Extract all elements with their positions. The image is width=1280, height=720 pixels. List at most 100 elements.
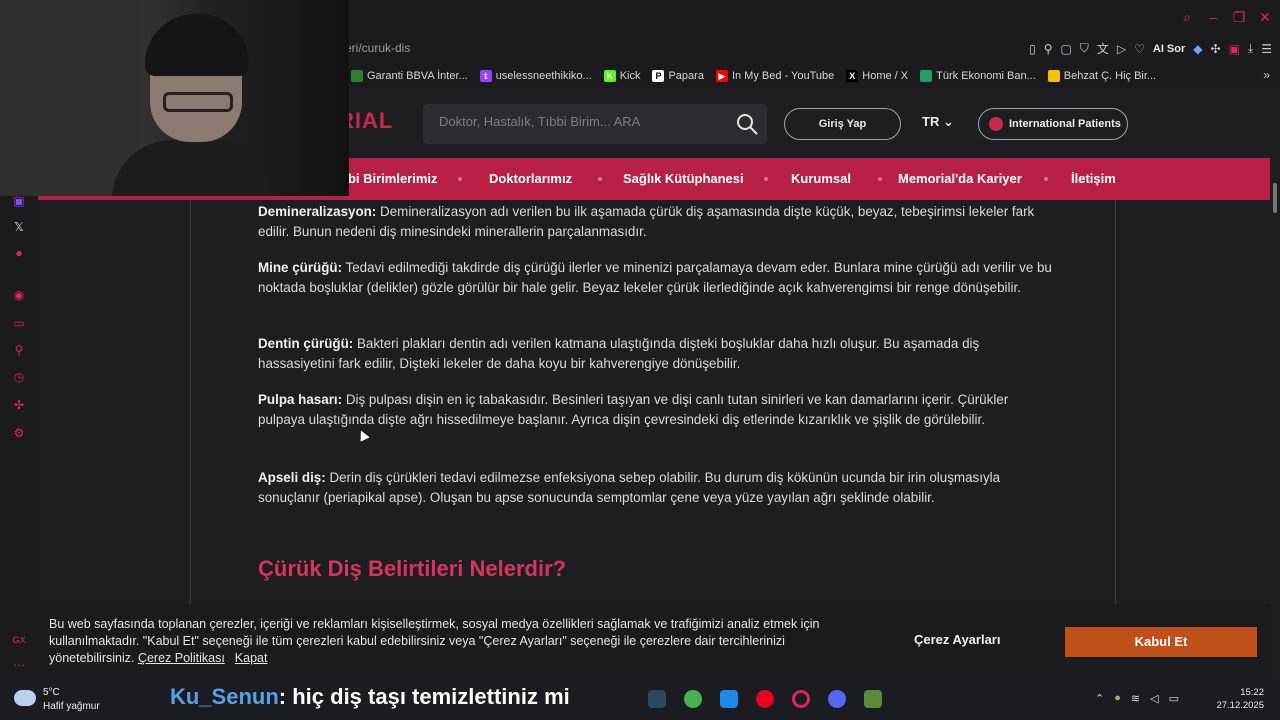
play-icon[interactable]: ▷ — [1117, 42, 1126, 56]
bag-icon[interactable]: ▣ — [1229, 42, 1240, 56]
steam-icon[interactable] — [648, 690, 666, 708]
chevron-right-icon[interactable]: » — [1263, 68, 1270, 82]
url-field[interactable]: eri/curuk-dis — [345, 41, 410, 55]
clock[interactable]: 15:22 27.12.2025 — [1216, 686, 1264, 712]
ai-sor-button[interactable]: AI Sor — [1153, 43, 1185, 55]
weather-cloud-icon[interactable] — [14, 690, 36, 706]
cookie-text: Bu web sayfasında toplanan çerezler, içe… — [49, 616, 849, 667]
bookmark-label: Papara — [668, 70, 704, 82]
bookmark-item[interactable]: Garanti BBVA İnter... — [351, 70, 468, 82]
bookmark-label: Türk Ekonomi Ban... — [936, 70, 1036, 82]
maximize-icon[interactable]: ❐ — [1232, 10, 1246, 24]
nav-medical-units[interactable]: bbi Birimlerimiz — [340, 171, 438, 186]
mail-icon[interactable] — [720, 690, 738, 708]
globe-icon — [989, 117, 1003, 131]
cookie-settings-button[interactable]: Çerez Ayarları — [914, 632, 1000, 647]
twitch-icon[interactable]: ▣ — [12, 194, 26, 208]
game-icon[interactable] — [684, 690, 702, 708]
extensions-icon[interactable]: ✣ — [1211, 42, 1221, 56]
bookmark-favicon-icon: K — [603, 70, 616, 82]
nav-health-library[interactable]: Sağlık Kütüphanesi — [623, 171, 744, 186]
nav-separator — [1044, 177, 1048, 181]
bookmark-favicon-icon — [351, 70, 363, 82]
paragraph-dentin-caries: Dentin çürüğü: Bakteri plakları dentin a… — [258, 336, 980, 371]
taskbar: 5°C Hafif yağmur Ku_Senun: hiç diş taşı … — [0, 680, 1280, 720]
app-icon[interactable]: ● — [12, 246, 26, 260]
volume-icon[interactable]: ◁ — [1150, 692, 1158, 705]
window-controls: ⌕ – ❐ ✕ — [1180, 10, 1272, 24]
minecraft-icon[interactable] — [864, 690, 882, 708]
translate-icon[interactable]: 文 — [1097, 40, 1109, 57]
mic-icon[interactable]: ● — [1114, 692, 1121, 705]
pin-icon[interactable]: ⚲ — [1044, 42, 1053, 56]
cookie-policy-link[interactable]: Çerez Politikası — [138, 651, 225, 665]
cookie-accept-button[interactable]: Kabul Et — [1065, 627, 1257, 657]
search-icon[interactable]: ⌕ — [1180, 10, 1194, 24]
clock-date: 27.12.2025 — [1216, 700, 1264, 711]
bookmark-favicon-icon — [1047, 70, 1060, 82]
shield-icon[interactable]: ⛉ — [1080, 41, 1089, 56]
discord-icon[interactable] — [828, 690, 846, 708]
battery-icon[interactable]: ▭ — [1169, 692, 1179, 705]
cookie-close-link[interactable]: Kapat — [235, 651, 268, 665]
language-label: TR — [922, 114, 940, 129]
international-label: International Patients — [1009, 118, 1121, 130]
chevron-down-icon: ⌄ — [942, 114, 954, 129]
bookmark-item[interactable]: t uselessneethikiko... — [479, 70, 592, 82]
gx-icon[interactable]: GX — [12, 633, 26, 647]
bookmark-item[interactable]: K Kick — [603, 70, 641, 82]
bookmark-favicon-icon: ▶ — [715, 70, 728, 82]
pinterest-icon[interactable] — [756, 690, 774, 708]
international-patients-button[interactable]: International Patients — [978, 108, 1128, 140]
reader-icon[interactable]: ▯ — [1029, 42, 1036, 56]
more-icon[interactable]: ⋯ — [12, 658, 26, 672]
wifi-icon[interactable]: ≋ — [1131, 692, 1140, 705]
x-icon[interactable]: 𝕏 — [12, 220, 26, 234]
webcam-wall — [0, 0, 140, 196]
clock-time: 15:22 — [1240, 687, 1264, 698]
weather-desc: Hafif yağmur — [43, 701, 100, 712]
bookmark-favicon-icon: t — [479, 70, 492, 82]
bookmark-label: Kick — [619, 70, 641, 82]
heart-icon[interactable]: ♡ — [1134, 42, 1145, 56]
bookmark-item[interactable]: ▶ In My Bed - YouTube — [715, 70, 835, 82]
nav-careers[interactable]: Memorial'da Kariyer — [898, 171, 1022, 186]
minimize-icon[interactable]: – — [1206, 10, 1220, 24]
diamond-icon[interactable]: ◆ — [1193, 42, 1202, 56]
bookmark-label: In My Bed - YouTube — [731, 70, 835, 82]
chevron-up-icon[interactable]: ⌃ — [1095, 692, 1104, 705]
folder-icon[interactable]: ▭ — [12, 316, 26, 330]
bookmark-item[interactable]: P Papara — [652, 70, 704, 82]
puzzle-icon[interactable]: ✣ — [12, 398, 26, 412]
music-icon[interactable]: ◉ — [12, 288, 26, 302]
scrollbar-thumb[interactable] — [1273, 183, 1277, 213]
bookmark-item[interactable]: X Home / X — [846, 70, 908, 82]
menu-icon[interactable]: ☰ — [1261, 42, 1272, 56]
settings-icon[interactable]: ⚙ — [12, 426, 26, 440]
paragraph-enamel-caries: Mine çürüğü: Tedavi edilmediği takdirde … — [258, 260, 1052, 295]
nav-corporate[interactable]: Kurumsal — [791, 171, 851, 186]
download-icon[interactable]: ⤓ — [1248, 41, 1253, 56]
history-icon[interactable]: ◷ — [12, 370, 26, 384]
paragraph-abscessed-tooth: Apseli diş: Derin diş çürükleri tedavi e… — [258, 470, 1001, 505]
opera-icon[interactable] — [792, 690, 810, 708]
close-icon[interactable]: ✕ — [1258, 10, 1272, 24]
login-button[interactable]: Giriş Yap — [784, 108, 901, 140]
taskbar-apps — [648, 690, 882, 708]
pin-icon[interactable]: ⚲ — [12, 343, 26, 357]
paragraph-demineralization: Demineralizasyon: Demineralizasyon adı v… — [258, 204, 1035, 239]
screenshot-icon[interactable]: ▢ — [1061, 42, 1072, 56]
stream-chat-overlay: Ku_Senun: hiç diş taşı temizlettiniz mi — [170, 684, 570, 710]
bookmark-item[interactable]: Behzat Ç. Hiç Bir... — [1047, 70, 1157, 82]
bookmark-favicon-icon: X — [846, 70, 859, 82]
bookmark-item[interactable]: Türk Ekonomi Ban... — [920, 70, 1036, 82]
nav-separator — [598, 177, 602, 181]
page-scrollbar[interactable] — [1270, 88, 1280, 680]
bookmark-label: Behzat Ç. Hiç Bir... — [1063, 70, 1157, 82]
search-input[interactable] — [439, 114, 729, 129]
nav-contact[interactable]: İletişim — [1071, 171, 1116, 186]
language-select[interactable]: TR ⌄ — [922, 114, 954, 130]
search-icon[interactable] — [735, 112, 759, 136]
nav-doctors[interactable]: Doktorlarımız — [489, 171, 572, 186]
chat-message: : hiç diş taşı temizlettiniz mi — [278, 684, 570, 709]
